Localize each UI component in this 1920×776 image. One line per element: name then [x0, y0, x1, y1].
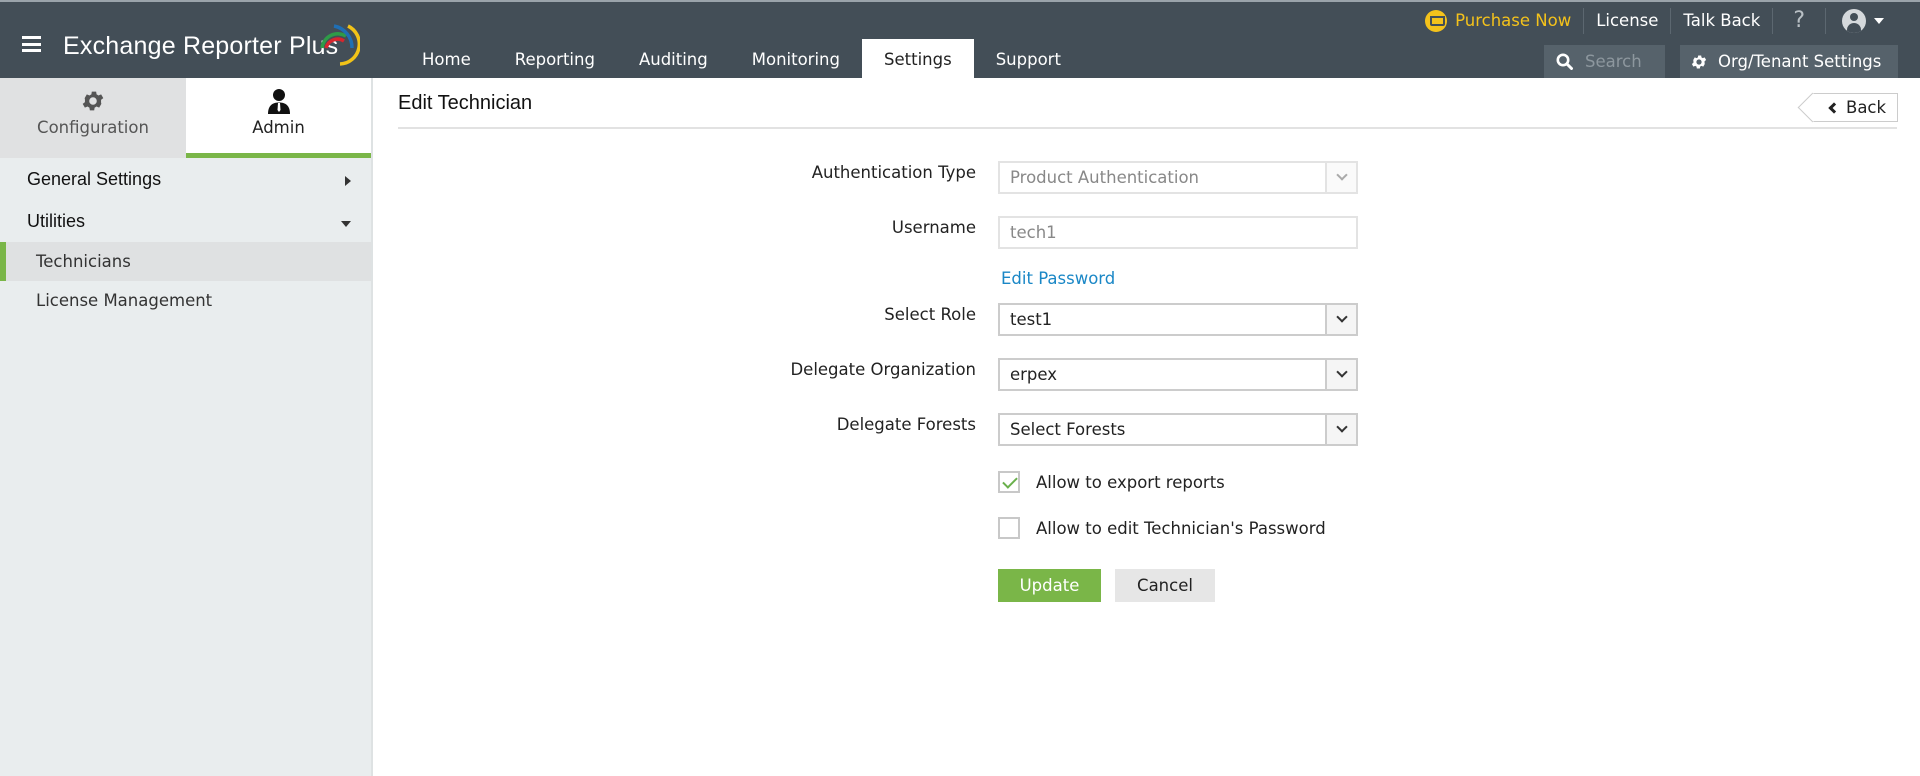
- sidebar-item-license-management[interactable]: License Management: [0, 281, 371, 320]
- app-logo-title: Exchange Reporter Plus: [63, 32, 339, 60]
- delegate-forests-select[interactable]: Select Forests: [998, 413, 1358, 446]
- sidebar-section-utilities[interactable]: Utilities: [0, 200, 371, 242]
- nav-tab-monitoring[interactable]: Monitoring: [730, 39, 862, 80]
- form-row-auth-type: Authentication Type Product Authenticati…: [600, 161, 1360, 194]
- purchase-now-label: Purchase Now: [1455, 11, 1572, 30]
- role-select[interactable]: test1: [998, 303, 1358, 336]
- caret-right-icon: [345, 176, 351, 186]
- allow-export-checkbox[interactable]: [998, 471, 1020, 493]
- sidebar-section-general-settings[interactable]: General Settings: [0, 158, 371, 200]
- chevron-down-icon: [1335, 311, 1348, 323]
- sidebar-tab-configuration-label: Configuration: [37, 118, 149, 137]
- nav-tab-home[interactable]: Home: [400, 39, 493, 80]
- form-row-username: Username tech1: [600, 216, 1360, 249]
- search-icon: [1556, 53, 1573, 70]
- delegate-forests-value: Select Forests: [1010, 420, 1126, 439]
- allow-export-label: Allow to export reports: [1036, 472, 1225, 492]
- update-button[interactable]: Update: [998, 569, 1101, 602]
- org-tenant-settings-label: Org/Tenant Settings: [1718, 52, 1882, 71]
- delegate-org-dropdown-toggle[interactable]: [1325, 360, 1356, 389]
- admin-user-icon: [267, 89, 290, 114]
- sidebar-tab-configuration[interactable]: Configuration: [0, 78, 186, 158]
- help-icon[interactable]: ?: [1773, 8, 1826, 34]
- role-dropdown-toggle[interactable]: [1325, 305, 1356, 334]
- username-label: Username: [891, 218, 976, 237]
- logo-arc-icon: [320, 24, 360, 66]
- section-label: General Settings: [27, 168, 162, 189]
- allow-export-option[interactable]: Allow to export reports: [998, 470, 1225, 494]
- license-link[interactable]: License: [1584, 8, 1672, 34]
- auth-type-select[interactable]: Product Authentication: [998, 161, 1358, 194]
- page-title: Edit Technician: [398, 92, 533, 114]
- section-label: Utilities: [27, 210, 86, 231]
- allow-edit-password-checkbox[interactable]: [998, 517, 1020, 539]
- delegate-org-select[interactable]: erpex: [998, 358, 1358, 391]
- chevron-down-icon: [1335, 366, 1348, 378]
- nav-tab-settings[interactable]: Settings: [862, 39, 974, 80]
- form-row-delegate-org: Delegate Organization erpex: [600, 358, 1360, 391]
- form-row-role: Select Role test1: [600, 303, 1360, 336]
- top-links: Purchase Now License Talk Back ?: [1413, 6, 1896, 36]
- nav-tab-auditing[interactable]: Auditing: [617, 39, 730, 80]
- chevron-down-icon: [1335, 421, 1348, 433]
- purchase-now-link[interactable]: Purchase Now: [1413, 8, 1585, 34]
- back-label: Back: [1846, 98, 1887, 117]
- sidebar-tabs: Configuration Admin: [0, 78, 371, 158]
- edit-password-link[interactable]: Edit Password: [1001, 269, 1115, 288]
- search-box[interactable]: [1544, 45, 1665, 78]
- delegate-org-label: Delegate Organization: [790, 360, 976, 379]
- username-field[interactable]: tech1: [998, 216, 1358, 249]
- chevron-left-icon: [1828, 101, 1840, 114]
- nav-tab-reporting[interactable]: Reporting: [493, 39, 617, 80]
- talk-back-link[interactable]: Talk Back: [1671, 8, 1774, 34]
- delegate-forests-label: Delegate Forests: [836, 415, 976, 434]
- org-tenant-settings-button[interactable]: Org/Tenant Settings: [1680, 45, 1898, 78]
- role-label: Select Role: [884, 305, 976, 324]
- hamburger-menu-icon[interactable]: [22, 36, 41, 52]
- form-row-delegate-forests: Delegate Forests Select Forests: [600, 413, 1360, 446]
- role-value: test1: [1010, 310, 1053, 329]
- caret-down-icon: [1874, 18, 1884, 24]
- auth-type-label: Authentication Type: [811, 163, 976, 182]
- gear-icon: [82, 91, 104, 111]
- top-header: Exchange Reporter Plus Home Reporting Au…: [0, 0, 1920, 80]
- user-avatar-icon: [1842, 9, 1866, 33]
- search-input[interactable]: [1585, 52, 1665, 71]
- username-value: tech1: [1010, 223, 1057, 242]
- delegate-forests-dropdown-toggle[interactable]: [1325, 415, 1356, 444]
- sidebar-tab-admin[interactable]: Admin: [186, 78, 371, 158]
- main-nav: Home Reporting Auditing Monitoring Setti…: [400, 39, 1083, 80]
- delegate-org-value: erpex: [1010, 365, 1058, 384]
- back-button[interactable]: Back: [1812, 93, 1898, 122]
- gear-icon: [1691, 54, 1707, 69]
- auth-type-dropdown-toggle[interactable]: [1325, 163, 1356, 192]
- title-divider: [398, 127, 1897, 129]
- user-menu[interactable]: [1826, 9, 1896, 33]
- sidebar: Configuration Admin General Settings Uti…: [0, 78, 373, 776]
- allow-edit-password-option[interactable]: Allow to edit Technician's Password: [998, 516, 1326, 540]
- sidebar-item-technicians[interactable]: Technicians: [0, 242, 371, 281]
- caret-down-icon: [341, 221, 351, 227]
- cancel-button[interactable]: Cancel: [1115, 569, 1215, 602]
- allow-edit-password-label: Allow to edit Technician's Password: [1036, 518, 1326, 538]
- auth-type-value: Product Authentication: [1010, 168, 1200, 187]
- chevron-down-icon: [1335, 169, 1348, 181]
- sidebar-tab-admin-label: Admin: [252, 118, 305, 137]
- nav-tab-support[interactable]: Support: [974, 39, 1083, 80]
- cart-icon: [1425, 10, 1448, 32]
